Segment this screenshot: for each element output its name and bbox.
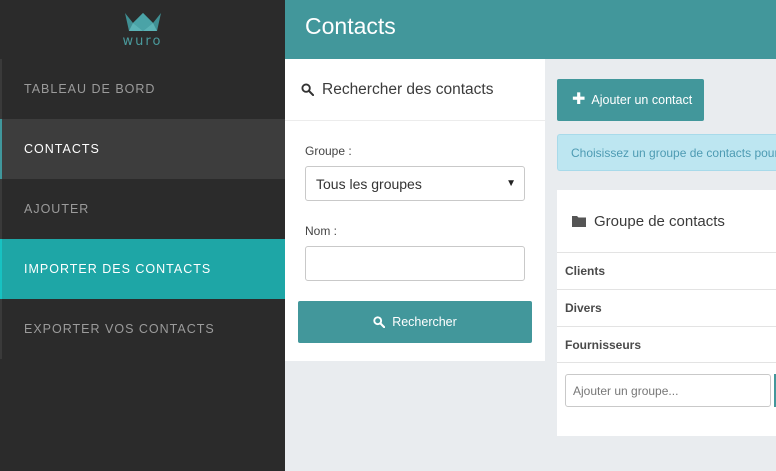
name-input[interactable]: [305, 246, 525, 281]
page-title: Contacts: [305, 13, 396, 39]
sidebar-item-importer[interactable]: IMPORTER DES CONTACTS: [0, 239, 285, 299]
search-icon: [301, 83, 314, 96]
search-button-label: Rechercher: [392, 315, 457, 329]
group-item-clients[interactable]: Clients: [557, 252, 776, 289]
group-item-divers[interactable]: Divers: [557, 289, 776, 326]
name-label: Nom :: [305, 224, 338, 238]
add-contact-button[interactable]: ✚ Ajouter un contact: [557, 79, 704, 121]
add-group-input[interactable]: [565, 374, 771, 407]
search-icon: [373, 316, 386, 328]
caret-down-icon: ▼: [506, 178, 516, 189]
sidebar-item-exporter[interactable]: EXPORTER VOS CONTACTS: [0, 299, 285, 359]
group-label: Groupe :: [305, 144, 352, 158]
group-select[interactable]: Tous les groupes ▼: [305, 166, 525, 201]
search-panel: Rechercher des contacts Groupe : Tous le…: [285, 59, 545, 361]
sidebar: wuro TABLEAU DE BORD CONTACTS AJOUTER IM…: [0, 0, 285, 471]
group-panel-title: Groupe de contacts: [594, 212, 725, 230]
search-button[interactable]: Rechercher: [298, 301, 532, 343]
plus-icon: ✚: [572, 91, 586, 108]
group-panel: Groupe de contacts Clients Divers Fourni…: [557, 190, 776, 436]
folder-icon: [572, 216, 586, 227]
page-header: Contacts: [285, 0, 776, 59]
brand-name: wuro: [122, 33, 163, 49]
logo[interactable]: wuro: [0, 0, 285, 59]
sidebar-item-contacts[interactable]: CONTACTS: [0, 119, 285, 179]
group-select-value: Tous les groupes: [316, 175, 422, 192]
sidebar-item-ajouter[interactable]: AJOUTER: [0, 179, 285, 239]
crown-logo-icon: [124, 12, 161, 31]
search-panel-title: Rechercher des contacts: [322, 80, 494, 98]
add-contact-label: Ajouter un contact: [591, 93, 693, 107]
group-panel-header: Groupe de contacts: [557, 190, 776, 252]
search-panel-header: Rechercher des contacts: [285, 59, 545, 121]
group-item-fournisseurs[interactable]: Fournisseurs: [557, 326, 776, 363]
sidebar-item-tableau-de-bord[interactable]: TABLEAU DE BORD: [0, 59, 285, 119]
info-alert: Choisissez un groupe de contacts pour: [557, 134, 776, 171]
